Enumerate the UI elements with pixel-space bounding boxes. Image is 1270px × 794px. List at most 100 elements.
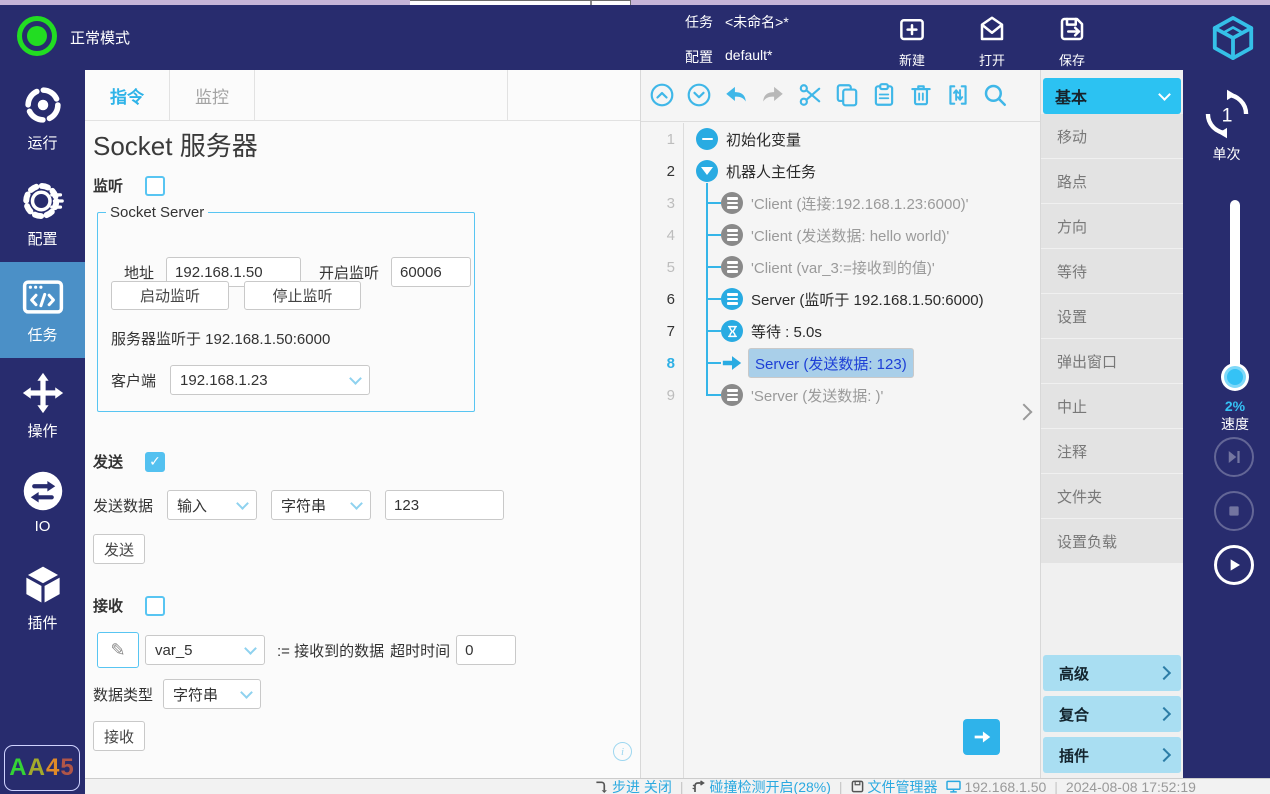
open-button[interactable]: 打开 — [960, 10, 1024, 69]
step-mode-status[interactable]: 步进 关闭 — [595, 779, 672, 794]
stop-listen-button[interactable]: 停止监听 — [244, 281, 361, 310]
stop-icon — [1227, 504, 1241, 518]
receive-var-select[interactable]: var_5 — [145, 635, 265, 665]
sidebar-item-run[interactable]: 运行 — [0, 70, 85, 166]
search-icon[interactable] — [982, 82, 1009, 109]
sidebar-item-plugin[interactable]: 插件 — [0, 550, 85, 646]
sidebar-item-operate[interactable]: 操作 — [0, 358, 85, 454]
send-checkbox[interactable]: ✓ — [145, 452, 165, 472]
speed-slider[interactable] — [1230, 200, 1240, 390]
tree-rows: 1初始化变量2机器人主任务3'Client (连接:192.168.1.23:6… — [641, 123, 1040, 423]
command-item-comment[interactable]: 注释 — [1041, 429, 1183, 473]
play-button[interactable] — [1214, 545, 1254, 585]
send-button[interactable]: 发送 — [93, 534, 145, 564]
receive-checkbox[interactable] — [145, 596, 165, 616]
command-group-plugin[interactable]: 插件 — [1043, 737, 1181, 773]
single-cycle-icon[interactable]: 1 — [1183, 88, 1270, 140]
command-item-set[interactable]: 设置 — [1041, 294, 1183, 338]
tree-row-9[interactable]: 9'Server (发送数据: )' — [641, 379, 1040, 411]
paste-icon[interactable] — [871, 82, 898, 109]
triangle-down-icon — [696, 160, 718, 182]
command-item-waypoint[interactable]: 路点 — [1041, 159, 1183, 203]
sidebar-item-io[interactable]: IO — [0, 454, 85, 550]
command-item-direction[interactable]: 方向 — [1041, 204, 1183, 248]
listen-label: 监听 — [93, 175, 123, 196]
config-icon — [22, 180, 64, 222]
collapse-all-icon[interactable] — [649, 82, 676, 109]
edit-variable-button[interactable]: ✎ — [97, 632, 139, 668]
client-label: 客户端 — [111, 370, 156, 391]
run-icon — [22, 84, 64, 126]
command-item-wait[interactable]: 等待 — [1041, 249, 1183, 293]
new-button[interactable]: 新建 — [880, 10, 944, 69]
datetime-status: 2024-08-08 17:52:19 — [1066, 779, 1196, 794]
step-forward-button[interactable] — [1214, 437, 1254, 477]
hourglass-icon — [721, 320, 743, 342]
command-item-abort[interactable]: 中止 — [1041, 384, 1183, 428]
receive-button[interactable]: 接收 — [93, 721, 145, 751]
send-type-select[interactable]: 字符串 — [271, 490, 371, 520]
tree-row-6[interactable]: 6Server (监听于 192.168.1.50:6000) — [641, 283, 1040, 315]
stop-button[interactable] — [1214, 491, 1254, 531]
command-item-folder[interactable]: 文件夹 — [1041, 474, 1183, 518]
next-step-button[interactable] — [963, 719, 1000, 755]
sidebar-item-config[interactable]: 配置 — [0, 166, 85, 262]
redo-icon[interactable] — [760, 82, 787, 109]
copy-icon[interactable] — [834, 82, 861, 109]
pencil-icon: ✎ — [110, 640, 125, 661]
tree-row-2[interactable]: 2机器人主任务 — [641, 155, 1040, 187]
arrow-right-icon — [971, 726, 993, 748]
info-icon[interactable]: i — [613, 742, 632, 761]
tab-command[interactable]: 指令 — [85, 70, 170, 120]
command-item-move[interactable]: 移动 — [1041, 114, 1183, 158]
cut-icon[interactable] — [797, 82, 824, 109]
tab-filler — [255, 70, 508, 120]
operate-icon — [22, 372, 64, 414]
tree-row-text: 'Client (发送数据: hello world)' — [751, 225, 949, 246]
command-item-popup[interactable]: 弹出窗口 — [1041, 339, 1183, 383]
datatype-select[interactable]: 字符串 — [163, 679, 261, 709]
tree-row-text: 'Server (发送数据: )' — [751, 385, 883, 406]
expand-all-icon[interactable] — [686, 82, 713, 109]
tree-row-5[interactable]: 5'Client (var_3:=接收到的值)' — [641, 251, 1040, 283]
tree-row-text: 'Client (var_3:=接收到的值)' — [751, 257, 935, 278]
sidebar-item-task[interactable]: 任务 — [0, 262, 85, 358]
command-category-select[interactable]: 基本 — [1043, 78, 1181, 114]
tree-row-4[interactable]: 4'Client (发送数据: hello world)' — [641, 219, 1040, 251]
chevron-right-icon — [1157, 666, 1171, 680]
command-group-composite[interactable]: 复合 — [1043, 696, 1181, 732]
tree-row-7[interactable]: 7等待 : 5.0s — [641, 315, 1040, 347]
tree-row-3[interactable]: 3'Client (连接:192.168.1.23:6000)' — [641, 187, 1040, 219]
tree-row-text: Server (监听于 192.168.1.50:6000) — [751, 289, 984, 310]
send-value-input[interactable] — [385, 490, 504, 520]
client-select[interactable]: 192.168.1.23 — [170, 365, 370, 395]
command-item-payload[interactable]: 设置负载 — [1041, 519, 1183, 563]
delete-icon[interactable] — [908, 82, 935, 109]
run-control-sidebar: 1 单次 2% 速度 — [1183, 70, 1270, 778]
start-listen-button[interactable]: 启动监听 — [111, 281, 229, 310]
undo-icon[interactable] — [723, 82, 750, 109]
listen-checkbox[interactable] — [145, 176, 165, 196]
tree-row-text: 初始化变量 — [726, 129, 801, 150]
receive-label: 接收 — [93, 595, 123, 616]
tree-row-8[interactable]: 8Server (发送数据: 123) — [641, 347, 1040, 379]
save-button[interactable]: 保存 — [1040, 10, 1104, 69]
task-icon — [22, 276, 64, 318]
send-source-select[interactable]: 输入 — [167, 490, 257, 520]
timeout-input[interactable] — [456, 635, 516, 665]
chevron-down-icon — [1158, 88, 1171, 101]
config-label: 配置 — [685, 47, 713, 67]
file-manager-link[interactable]: 文件管理器 — [851, 779, 938, 794]
command-group-advanced[interactable]: 高级 — [1043, 655, 1181, 691]
robot-badge: AA45 — [4, 745, 80, 791]
speed-slider-thumb[interactable] — [1221, 363, 1249, 391]
collision-detection-status[interactable]: 碰撞检测开启(28%) — [692, 779, 831, 794]
tab-bar: 指令监控 — [85, 70, 640, 121]
chevron-right-icon — [1157, 748, 1171, 762]
ip-status: 192.168.1.50 — [946, 779, 1047, 794]
tree-row-text: 等待 : 5.0s — [751, 321, 822, 342]
timeout-label: 超时时间 — [390, 640, 450, 661]
tab-monitor[interactable]: 监控 — [170, 70, 255, 120]
replace-icon[interactable] — [945, 82, 972, 109]
tree-row-1[interactable]: 1初始化变量 — [641, 123, 1040, 155]
